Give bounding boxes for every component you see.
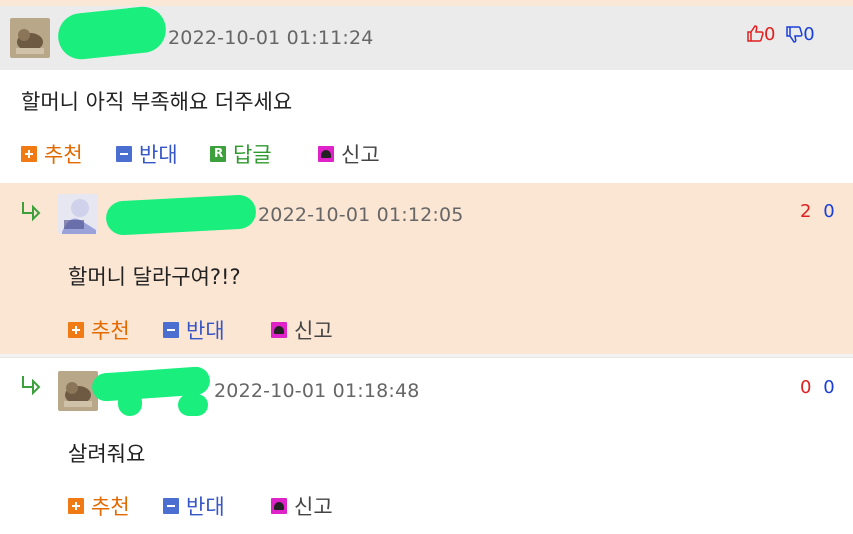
plus-icon bbox=[68, 498, 84, 514]
thumbs-down-icon[interactable] bbox=[785, 26, 803, 44]
thumbs-up-icon[interactable] bbox=[746, 24, 764, 42]
vote-counts: 0 0 bbox=[800, 377, 835, 398]
comment-date: 2022-10-01 01:18:48 bbox=[214, 380, 420, 402]
downvote-count: 0 bbox=[823, 377, 835, 398]
recommend-button[interactable]: 추천 bbox=[21, 139, 83, 169]
plus-icon bbox=[21, 146, 37, 162]
recommend-button[interactable]: 추천 bbox=[68, 315, 130, 345]
report-button[interactable]: 신고 bbox=[271, 491, 333, 521]
redacted-username-part bbox=[118, 390, 142, 416]
siren-icon bbox=[271, 498, 287, 514]
recommend-label: 추천 bbox=[44, 143, 83, 167]
oppose-label: 반대 bbox=[139, 143, 178, 167]
recommend-label: 추천 bbox=[91, 495, 130, 519]
vote-counts: 0 0 bbox=[746, 24, 815, 45]
reply-label: 답글 bbox=[233, 143, 272, 167]
downvote-count: 0 bbox=[823, 201, 835, 222]
report-button[interactable]: 신고 bbox=[318, 139, 380, 169]
downvote-count: 0 bbox=[803, 24, 815, 45]
oppose-button[interactable]: 반대 bbox=[116, 139, 178, 169]
recommend-label: 추천 bbox=[91, 319, 130, 343]
report-label: 신고 bbox=[294, 495, 333, 519]
oppose-button[interactable]: 반대 bbox=[163, 491, 225, 521]
reply-arrow-icon bbox=[22, 202, 41, 222]
minus-icon bbox=[163, 498, 179, 514]
report-label: 신고 bbox=[341, 143, 380, 167]
recommend-button[interactable]: 추천 bbox=[68, 491, 130, 521]
avatar[interactable] bbox=[10, 18, 50, 58]
minus-icon bbox=[116, 146, 132, 162]
oppose-button[interactable]: 반대 bbox=[163, 315, 225, 345]
comment-text: 할머니 달라구여?!? bbox=[68, 265, 241, 289]
vote-counts: 2 0 bbox=[800, 201, 835, 222]
oppose-label: 반대 bbox=[186, 319, 225, 343]
oppose-label: 반대 bbox=[186, 495, 225, 519]
reply-button[interactable]: 답글 bbox=[210, 139, 272, 169]
report-label: 신고 bbox=[294, 319, 333, 343]
redacted-username-part bbox=[178, 394, 208, 416]
reply-arrow-icon bbox=[22, 376, 41, 396]
comment-date: 2022-10-01 01:12:05 bbox=[258, 204, 464, 226]
upvote-count: 2 bbox=[800, 201, 812, 222]
minus-icon bbox=[163, 322, 179, 338]
comment-date: 2022-10-01 01:11:24 bbox=[168, 27, 374, 49]
upvote-count: 0 bbox=[800, 377, 812, 398]
plus-icon bbox=[68, 322, 84, 338]
siren-icon bbox=[271, 322, 287, 338]
siren-icon bbox=[318, 146, 334, 162]
avatar[interactable] bbox=[58, 194, 98, 234]
reply-icon bbox=[210, 146, 226, 162]
report-button[interactable]: 신고 bbox=[271, 315, 333, 345]
upvote-count: 0 bbox=[764, 24, 776, 45]
comment-text: 할머니 아직 부족해요 더주세요 bbox=[21, 90, 293, 114]
comment-text: 살려줘요 bbox=[68, 442, 146, 466]
